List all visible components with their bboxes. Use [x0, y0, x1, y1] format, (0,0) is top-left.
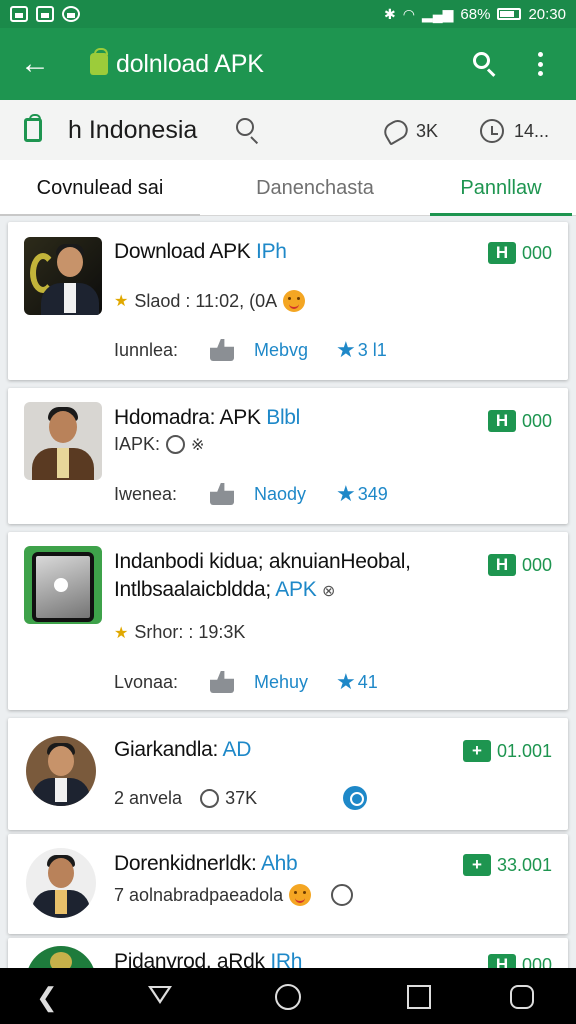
more-vert-icon — [537, 52, 543, 57]
avatar — [26, 848, 96, 918]
comment-icon — [380, 116, 412, 146]
meta-link[interactable]: Mebvg — [254, 340, 336, 361]
clock-icon — [480, 119, 504, 143]
comments-button[interactable]: 3K — [380, 114, 464, 148]
list-item[interactable]: Hdomadra: APK Blbl IAPK: ※ Iwenea: Naody… — [8, 388, 568, 524]
battery-percent: 68% — [460, 5, 491, 23]
app-bar: ← dolnload APK — [0, 28, 576, 100]
app-subtitle: IAPK: ※ — [114, 434, 205, 454]
search-icon — [473, 52, 490, 69]
download-counter[interactable]: + 01.001 — [462, 740, 552, 762]
timer-count: 14... — [514, 120, 550, 141]
tab-pannllaw[interactable]: Pannllaw — [430, 160, 572, 216]
search-button[interactable] — [464, 46, 504, 82]
android-icon — [90, 48, 108, 75]
add-icon: + — [462, 854, 491, 876]
thumbs-up-icon[interactable] — [210, 483, 234, 505]
download-counter[interactable]: + 33.001 — [462, 854, 552, 876]
gallery-notification-icon — [10, 6, 28, 22]
star-icon: ★ — [336, 669, 356, 694]
clock-icon — [200, 788, 220, 808]
image-notification-icon — [36, 6, 54, 22]
meta-row: Iwenea: Naody ★ 349 — [114, 481, 388, 506]
back-icon: ❮ — [36, 982, 58, 1012]
download-counter[interactable]: H 000 — [487, 242, 552, 264]
app-title-line2: Intlbsaalaicbldda; APK ⊗ — [114, 578, 336, 601]
bluetooth-icon: ✱ — [384, 5, 396, 22]
app-subtitle: 2 anvela 37K — [114, 786, 368, 810]
meta-link[interactable]: Mehuy — [254, 672, 336, 693]
nav-home-button[interactable] — [275, 984, 301, 1010]
smile-emoji-icon — [283, 290, 306, 312]
info-icon: ※ — [191, 436, 205, 454]
meta-link[interactable]: Naody — [254, 484, 336, 505]
tab-bar: Covnulead sai Danenchasta Pannllaw — [0, 160, 576, 216]
app-title: Indanbodi kidua; aknuianHeobal, — [114, 550, 411, 573]
app-title: Giarkandla: AD — [114, 738, 252, 761]
battery-icon — [497, 8, 522, 20]
app-title: Download APK IPh — [114, 240, 287, 263]
location-text[interactable]: h Indonesia — [68, 116, 197, 145]
app-title: Dorenkidnerldk: Ahb — [114, 852, 298, 875]
meta-row: Iunnlea: Mebvg ★ 3 l1 — [114, 337, 387, 362]
nav-assistant-button[interactable] — [510, 985, 534, 1009]
location-bar: h Indonesia 3K 14... — [0, 100, 576, 160]
app-subtitle: 7 aolnabradpaeadola — [114, 884, 354, 906]
app-subtitle: ★ Slaod : 11:02, (0A — [114, 290, 306, 312]
clock-time: 20:30 — [528, 5, 566, 23]
signal-icon: ▂▄▆ — [421, 5, 454, 22]
star-icon: ★ — [336, 337, 356, 362]
star-icon: ★ — [336, 481, 356, 506]
app-subtitle: ★ Srhor: : 19:3K — [114, 622, 246, 642]
search-icon — [236, 118, 254, 136]
list-item[interactable]: Download APK IPh ★ Slaod : 11:02, (0A Iu… — [8, 222, 568, 380]
add-icon: H — [487, 410, 516, 432]
back-button[interactable]: ← — [0, 28, 70, 100]
arrow-back-icon: ← — [20, 47, 50, 80]
add-icon: H — [487, 242, 516, 264]
wifi-icon: ◠ — [402, 5, 415, 22]
download-counter[interactable]: H 000 — [487, 554, 552, 576]
info-icon: ⊗ — [321, 583, 336, 600]
list-item[interactable]: Dorenkidnerldk: Ahb 7 aolnabradpaeadola … — [8, 834, 568, 934]
add-icon: H — [487, 554, 516, 576]
app-title: dolnload APK — [116, 49, 264, 78]
timer-button[interactable]: 14... — [480, 114, 570, 148]
download-counter[interactable]: H 000 — [487, 410, 552, 432]
smile-emoji-icon — [289, 884, 312, 906]
star-icon: ★ — [114, 293, 129, 310]
status-bar: ✱ ◠ ▂▄▆ 68% 20:30 — [0, 0, 576, 28]
list-item[interactable]: Indanbodi kidua; aknuianHeobal, Intlbsaa… — [8, 532, 568, 710]
app-title: Hdomadra: APK Blbl — [114, 406, 301, 429]
location-search-button[interactable] — [233, 116, 263, 146]
app-thumbnail — [24, 237, 102, 315]
star-icon: ★ — [114, 624, 129, 642]
tab-download[interactable]: Covnulead sai — [0, 160, 200, 216]
list-item[interactable]: Giarkandla: AD 2 anvela 37K + 01.001 — [8, 718, 568, 830]
thumbs-up-icon[interactable] — [210, 339, 234, 361]
comments-count: 3K — [416, 120, 439, 141]
thumbs-up-icon[interactable] — [210, 671, 234, 693]
app-thumbnail — [24, 546, 102, 624]
clock-icon — [166, 435, 186, 454]
add-icon: + — [462, 740, 491, 762]
play-icon — [54, 578, 68, 592]
nav-back-button[interactable]: ❮ — [36, 982, 66, 1012]
meta-row: Lvonaa: Mehuy ★ 41 — [114, 669, 378, 694]
app-thumbnail — [24, 402, 102, 480]
app-notification-icon — [62, 6, 80, 22]
face-icon — [331, 884, 354, 906]
nav-recents-button[interactable] — [407, 985, 431, 1009]
tab-danenchasta[interactable]: Danenchasta — [200, 160, 430, 216]
more-options-button[interactable] — [528, 48, 552, 80]
verified-badge-icon — [343, 786, 368, 810]
android-icon — [24, 114, 42, 142]
avatar — [26, 736, 96, 806]
nav-down-button[interactable] — [145, 982, 175, 1012]
system-nav-bar: ❮ — [0, 968, 576, 1024]
